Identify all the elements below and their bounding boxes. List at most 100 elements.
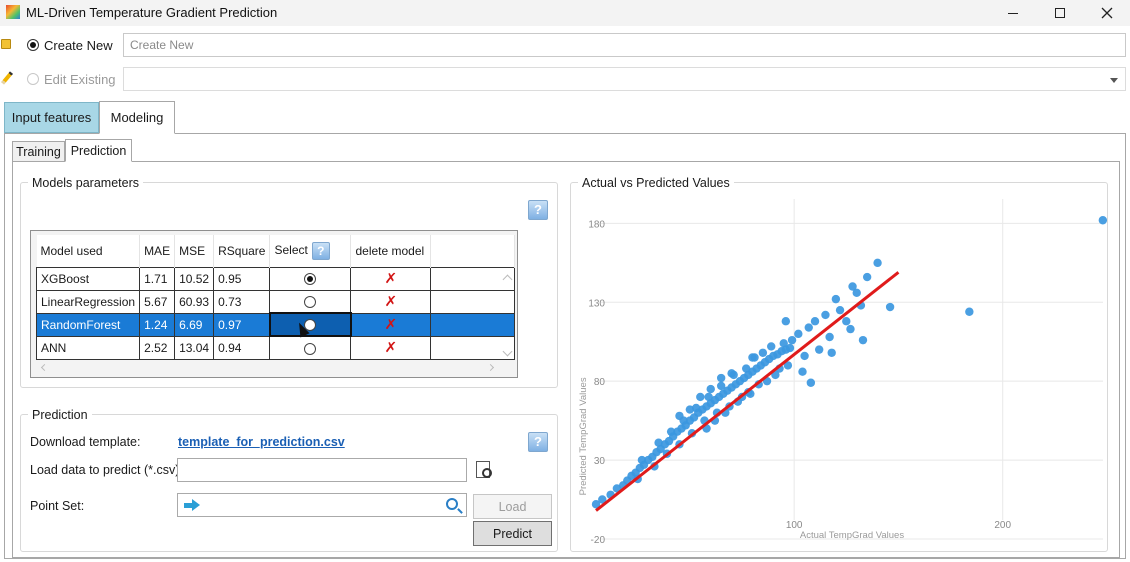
column-header-model[interactable]: Model used	[36, 235, 141, 267]
data-point	[965, 307, 974, 316]
delete-model-icon[interactable]: ✗	[385, 317, 398, 331]
load-data-input[interactable]	[177, 458, 467, 482]
data-point	[821, 310, 830, 320]
scroll-down-icon	[502, 346, 513, 357]
data-point	[716, 373, 726, 383]
create-new-radio[interactable]	[27, 39, 39, 51]
point-set-input[interactable]	[177, 493, 467, 517]
create-new-input[interactable]: Create New	[123, 33, 1126, 57]
y-tick-label: 180	[588, 219, 605, 230]
delete-cell: ✗	[350, 266, 432, 291]
x-axis-title: Actual TempGrad Values	[800, 530, 904, 541]
data-point	[810, 317, 820, 326]
create-new-label: Create New	[44, 38, 113, 53]
data-point	[704, 392, 713, 402]
tab-prediction[interactable]: Prediction	[65, 139, 132, 162]
column-header-blank	[430, 235, 516, 267]
x-tick-label: 200	[994, 520, 1011, 531]
data-point	[675, 411, 684, 421]
models-table: Model used MAE MSE RSquare Select? delet…	[35, 235, 516, 360]
data-point	[804, 323, 813, 332]
select-help-icon[interactable]: ?	[311, 241, 330, 260]
data-point	[716, 381, 726, 391]
mae-cell: 5.67	[139, 289, 176, 314]
data-point	[825, 332, 834, 342]
select-model-radio[interactable]	[304, 296, 317, 309]
scroll-left-icon	[40, 363, 49, 372]
create-new-row: Create New Create New	[0, 33, 1130, 57]
grid-vertical-scrollbar[interactable]	[502, 268, 514, 360]
select-cell	[269, 266, 352, 291]
column-header-rsquare[interactable]: RSquare	[213, 235, 271, 267]
prediction-group-title: Prediction	[28, 408, 92, 422]
browse-file-icon[interactable]	[476, 461, 492, 478]
delete-model-icon[interactable]: ✗	[385, 271, 398, 285]
column-header-select-label: Select	[274, 242, 308, 257]
column-header-mse[interactable]: MSE	[174, 235, 215, 267]
download-template-link[interactable]: template_for_prediction.csv	[178, 435, 345, 449]
close-icon	[1101, 7, 1113, 19]
data-point	[741, 364, 751, 373]
grid-horizontal-scrollbar[interactable]	[36, 362, 502, 374]
data-point	[781, 317, 791, 326]
select-cell	[268, 312, 352, 337]
delete-model-icon[interactable]: ✗	[385, 340, 398, 354]
data-point	[835, 305, 845, 315]
mse-cell: 60.93	[174, 289, 215, 314]
mse-cell: 6.69	[174, 312, 215, 337]
data-point	[831, 294, 841, 304]
minimize-icon	[1008, 12, 1018, 14]
data-point	[758, 348, 768, 357]
data-point	[862, 272, 872, 282]
rsquare-cell: 0.97	[213, 312, 271, 337]
close-button[interactable]	[1084, 0, 1130, 26]
data-point	[654, 438, 663, 447]
rsquare-cell: 0.73	[213, 289, 271, 314]
edit-existing-select[interactable]	[123, 67, 1126, 91]
table-row[interactable]: XGBoost 1.71 10.52 0.95 ✗	[35, 266, 516, 291]
data-point	[779, 339, 788, 348]
column-header-delete[interactable]: delete model	[350, 235, 432, 267]
mse-cell: 13.04	[174, 335, 215, 360]
search-icon[interactable]	[446, 498, 458, 510]
data-point	[846, 324, 855, 334]
data-point	[787, 335, 797, 345]
column-header-mae[interactable]: MAE	[139, 235, 176, 267]
app-icon	[6, 5, 20, 19]
data-point	[727, 369, 736, 378]
select-cell	[269, 335, 352, 360]
model-name-cell: LinearRegression	[35, 289, 141, 314]
delete-model-icon[interactable]: ✗	[385, 294, 398, 308]
scroll-right-icon	[486, 363, 495, 372]
data-point	[885, 302, 895, 312]
delete-cell: ✗	[350, 289, 432, 314]
minimize-button[interactable]	[990, 0, 1036, 26]
prediction-help-icon[interactable]: ?	[528, 432, 548, 452]
model-name-cell: RandomForest	[35, 312, 141, 337]
edit-existing-radio[interactable]	[27, 73, 39, 85]
data-point	[685, 405, 695, 414]
models-help-icon[interactable]: ?	[528, 200, 548, 220]
y-axis-title: Predicted TempGrad Values	[578, 377, 589, 495]
select-model-radio[interactable]	[304, 342, 317, 355]
predict-button[interactable]: Predict	[473, 521, 552, 546]
table-row[interactable]: RandomForest 1.24 6.69 0.97 ✗	[35, 312, 516, 337]
column-header-select[interactable]: Select?	[269, 235, 352, 267]
data-point	[827, 348, 836, 357]
point-set-label: Point Set:	[30, 499, 85, 513]
data-point	[798, 367, 807, 376]
table-row[interactable]: LinearRegression 5.67 60.93 0.73 ✗	[35, 289, 516, 314]
tab-modeling[interactable]: Modeling	[99, 101, 175, 134]
y-tick-label: 80	[594, 377, 606, 388]
y-tick-label: 130	[588, 298, 605, 309]
maximize-button[interactable]	[1037, 0, 1083, 26]
select-model-radio[interactable]	[304, 273, 317, 286]
chevron-down-icon	[1110, 78, 1118, 83]
load-data-label: Load data to predict (*.csv):	[30, 463, 183, 477]
fit-line	[595, 271, 900, 512]
load-button[interactable]: Load	[473, 494, 552, 519]
tab-training[interactable]: Training	[12, 141, 65, 162]
tab-input-features[interactable]: Input features	[4, 102, 99, 133]
y-tick-label: 30	[594, 456, 606, 467]
table-row[interactable]: ANN 2.52 13.04 0.94 ✗	[35, 335, 516, 360]
